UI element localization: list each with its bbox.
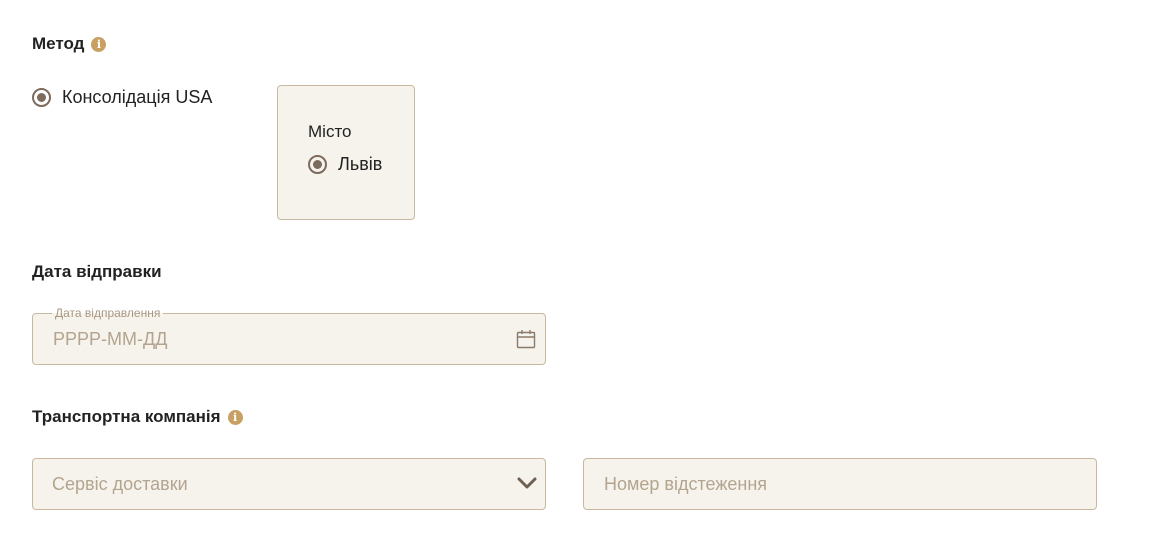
shipping-date-field-label: Дата відправлення	[52, 306, 164, 320]
method-option-label: Консолідація USA	[62, 87, 213, 107]
city-title: Місто	[308, 122, 352, 141]
method-heading: Метод i	[32, 34, 107, 54]
transport-title: Транспортна компанія	[32, 407, 221, 426]
info-icon[interactable]: i	[91, 36, 107, 52]
delivery-service-select[interactable]: Сервіс доставки	[32, 458, 546, 510]
method-title: Метод	[32, 34, 85, 53]
shipment-form: Метод i Консолідація USA Місто Львів Дат…	[0, 0, 1153, 541]
calendar-icon[interactable]	[516, 329, 536, 349]
tracking-number-field[interactable]	[583, 458, 1097, 510]
city-panel: Місто Львів	[277, 85, 415, 220]
shipping-date-title: Дата відправки	[32, 262, 162, 281]
transport-heading: Транспортна компанія i	[32, 407, 243, 427]
radio-button[interactable]	[32, 88, 51, 107]
method-option-consolidation-usa[interactable]: Консолідація USA	[32, 87, 212, 108]
shipping-date-field[interactable]: Дата відправлення	[32, 306, 546, 365]
radio-selected-dot	[37, 93, 46, 102]
radio-selected-dot	[313, 160, 322, 169]
shipping-date-input[interactable]	[33, 314, 545, 364]
tracking-number-input[interactable]	[584, 459, 1096, 509]
info-icon[interactable]: i	[227, 409, 243, 425]
shipping-date-heading: Дата відправки	[32, 262, 162, 282]
city-option-lviv[interactable]: Львів	[308, 154, 382, 175]
delivery-service-placeholder: Сервіс доставки	[52, 473, 188, 494]
radio-button[interactable]	[308, 155, 327, 174]
chevron-down-icon[interactable]	[517, 476, 537, 490]
city-option-label: Львів	[338, 154, 383, 174]
